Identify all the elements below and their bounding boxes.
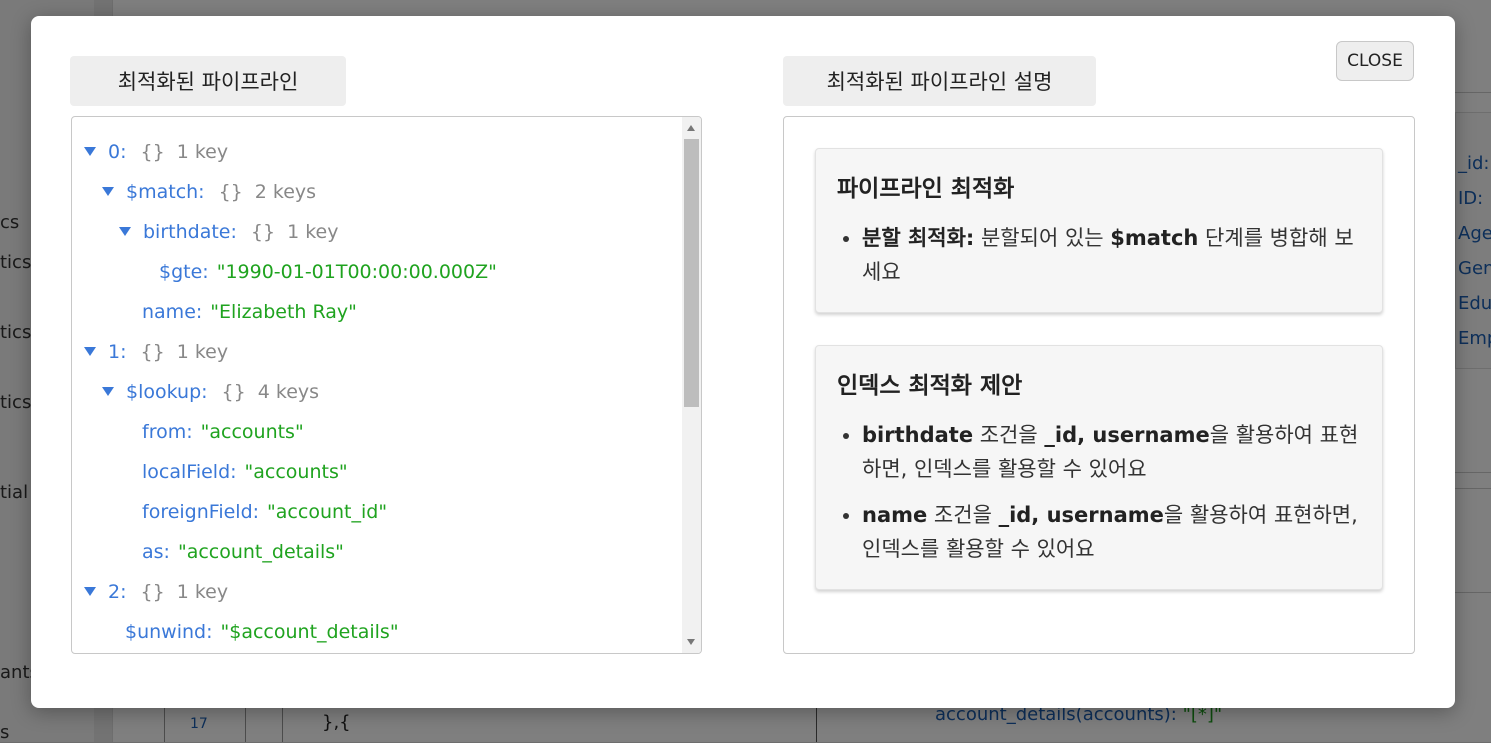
json-key: $unwind: — [125, 621, 213, 643]
json-leaf: foreignField: "account_id" — [142, 492, 387, 532]
suggestion-list: birthdate 조건을 _id, username을 활용하여 표현하면, … — [837, 418, 1362, 578]
scroll-down-arrow-icon[interactable] — [687, 639, 695, 645]
explanation-panel: 파이프라인 최적화 분할 최적화: 분할되어 있는 $match 단계를 병합해… — [783, 116, 1415, 654]
json-brace: {} — [140, 341, 165, 363]
json-brace: {} — [250, 221, 276, 243]
collapse-caret-icon[interactable] — [102, 187, 114, 196]
json-node[interactable]: $lookup: {} 4 keys — [102, 372, 319, 412]
collapse-caret-icon[interactable] — [119, 227, 131, 236]
json-key: 1: — [108, 341, 127, 363]
card-title: 파이프라인 최적화 — [837, 176, 1015, 202]
json-brace: {} — [221, 381, 246, 403]
collapse-caret-icon[interactable] — [84, 147, 96, 156]
json-node[interactable]: $match: {} 2 keys — [102, 172, 316, 212]
scrollbar-thumb[interactable] — [684, 139, 699, 407]
card-title: 인덱스 최적화 제안 — [837, 373, 1023, 399]
json-key: localField: — [142, 461, 237, 483]
json-key: as: — [142, 541, 170, 563]
pipeline-explanation-heading: 최적화된 파이프라인 설명 — [783, 56, 1096, 106]
suggestion-item: birthdate 조건을 _id, username을 활용하여 표현하면, … — [862, 418, 1362, 486]
json-value: "accounts" — [200, 421, 304, 443]
pipeline-optimization-card: 파이프라인 최적화 분할 최적화: 분할되어 있는 $match 단계를 병합해… — [815, 148, 1383, 313]
suggestion-list: 분할 최적화: 분할되어 있는 $match 단계를 병합해 보세요 — [837, 221, 1362, 301]
suggestion-keyword: $match — [1110, 226, 1199, 250]
suggestion-item: 분할 최적화: 분할되어 있는 $match 단계를 병합해 보세요 — [862, 221, 1362, 289]
json-key: from: — [142, 421, 193, 443]
suggestion-text: 조건을 — [927, 503, 999, 527]
suggestion-keyword: _id, username — [998, 503, 1164, 527]
json-value: "1990-01-01T00:00:00.000Z" — [216, 261, 497, 283]
json-node[interactable]: 0: {} 1 key — [84, 132, 228, 172]
json-leaf: localField: "accounts" — [142, 452, 348, 492]
json-key: 2: — [108, 581, 127, 603]
json-count: 2 keys — [254, 181, 317, 203]
json-leaf: name: "Elizabeth Ray" — [142, 292, 357, 332]
index-optimization-card: 인덱스 최적화 제안 birthdate 조건을 _id, username을 … — [815, 345, 1383, 590]
scroll-up-arrow-icon[interactable] — [687, 125, 695, 131]
json-count: 1 key — [176, 581, 229, 603]
collapse-caret-icon[interactable] — [84, 587, 96, 596]
json-node[interactable]: 2: {} 1 key — [84, 572, 228, 612]
json-value: "account_details" — [177, 541, 344, 563]
optimized-pipeline-modal: CLOSE 최적화된 파이프라인 최적화된 파이프라인 설명 0: {} 1 key… — [31, 16, 1455, 708]
json-node[interactable]: 1: {} 1 key — [84, 332, 228, 372]
json-value: "account_id" — [267, 501, 388, 523]
json-key: name: — [142, 301, 203, 323]
json-value: "accounts" — [244, 461, 348, 483]
json-brace: {} — [140, 581, 165, 603]
suggestion-label: birthdate — [862, 423, 974, 447]
json-leaf: $unwind: "$account_details" — [125, 612, 399, 652]
json-key: $match: — [126, 181, 205, 203]
json-brace: {} — [218, 181, 243, 203]
json-brace: {} — [140, 141, 165, 163]
suggestion-keyword: _id, username — [1044, 423, 1210, 447]
json-leaf: as: "account_details" — [142, 532, 344, 572]
suggestion-text: 분할되어 있는 — [974, 226, 1111, 250]
collapse-caret-icon[interactable] — [84, 347, 96, 356]
json-count: 1 key — [287, 221, 339, 243]
json-key: birthdate: — [143, 221, 237, 243]
json-key: $lookup: — [126, 381, 208, 403]
json-node[interactable]: birthdate: {} 1 key — [119, 212, 338, 252]
suggestion-label: 분할 최적화: — [862, 226, 975, 250]
json-key: foreignField: — [142, 501, 260, 523]
json-value: "$account_details" — [220, 621, 399, 643]
collapse-caret-icon[interactable] — [102, 387, 114, 396]
optimized-pipeline-heading: 최적화된 파이프라인 — [70, 56, 346, 106]
json-leaf: $gte: "1990-01-01T00:00:00.000Z" — [159, 252, 497, 292]
json-count: 1 key — [176, 141, 229, 163]
close-button[interactable]: CLOSE — [1336, 41, 1414, 81]
vertical-scrollbar[interactable] — [682, 117, 701, 653]
json-key: 0: — [108, 141, 127, 163]
suggestion-item: name 조건을 _id, username을 활용하여 표현하면, 인덱스를 … — [862, 498, 1362, 566]
suggestion-label: name — [862, 503, 928, 527]
suggestion-text: 조건을 — [973, 423, 1045, 447]
json-value: "Elizabeth Ray" — [210, 301, 357, 323]
json-count: 4 keys — [257, 381, 320, 403]
json-tree-viewer[interactable]: 0: {} 1 key $match: {} 2 keys birthdate: {} 1 … — [71, 116, 702, 654]
json-leaf: from: "accounts" — [142, 412, 304, 452]
json-count: 1 key — [176, 341, 229, 363]
json-key: $gte: — [159, 261, 209, 283]
